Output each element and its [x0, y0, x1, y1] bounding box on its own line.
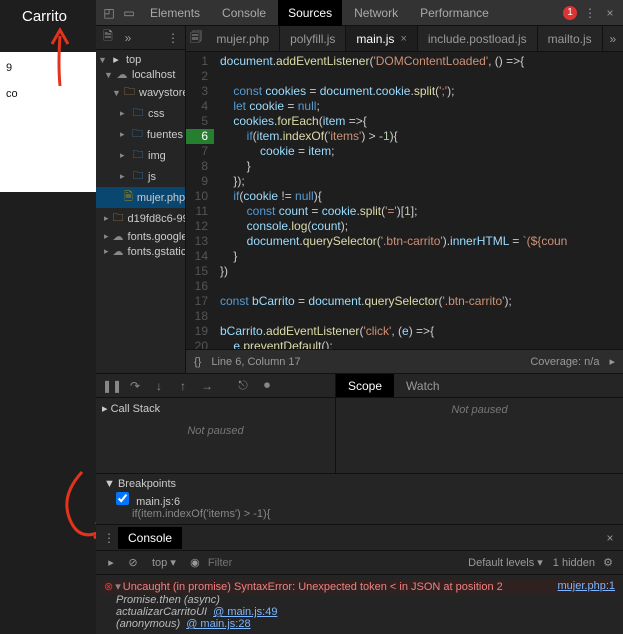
trace-link[interactable]: @ main.js:49 [213, 606, 277, 618]
step-into-icon[interactable]: ↓ [150, 379, 168, 393]
console-trace-row: actualizarCarritoUI@ main.js:49 [102, 606, 617, 618]
cursor-position: Line 6, Column 17 [211, 356, 300, 368]
breakpoint-condition: if(item.indexOf('items') > -1){ [104, 508, 615, 520]
breakpoints-section: ▼ Breakpoints main.js:6 if(item.indexOf(… [96, 473, 623, 524]
live-expression-icon[interactable]: ◉ [186, 556, 204, 569]
tab-performance[interactable]: Performance [410, 0, 499, 26]
editor-statusbar: {} Line 6, Column 17 Coverage: n/a ▸ [186, 349, 623, 373]
log-levels-selector[interactable]: Default levels ▾ [462, 556, 549, 569]
console-drawer: ⋮ Console × ▸ ⊘ top ▾ ◉ Default levels ▾… [96, 524, 623, 634]
clear-console-icon[interactable]: ⊘ [124, 556, 142, 569]
file-tabs: 🗐 mujer.php polyfill.js main.js× include… [186, 26, 623, 52]
cart-button-label[interactable]: Carrito [0, 0, 96, 25]
filetab-mailto[interactable]: mailto.js [538, 26, 603, 51]
tree-host-localhost[interactable]: ▼☁localhost [96, 67, 185, 82]
filetab-postload[interactable]: include.postload.js [418, 26, 538, 51]
sidebar-toggle-icon[interactable]: ▸ [102, 556, 120, 569]
debug-controls: ❚❚ ↷ ↓ ↑ → ⎋ ⏺ [96, 374, 335, 398]
close-icon[interactable]: × [601, 6, 619, 20]
error-count-badge[interactable]: 1 [563, 6, 577, 20]
console-filter-input[interactable] [208, 557, 298, 569]
tab-network[interactable]: Network [344, 0, 408, 26]
more-tabs-icon[interactable]: » [120, 31, 136, 45]
hidden-count[interactable]: 1 hidden [553, 557, 595, 569]
tab-watch[interactable]: Watch [394, 374, 452, 397]
console-trace-row: (anonymous)@ main.js:28 [102, 618, 617, 630]
console-trace-row: Promise.then (async) [102, 594, 617, 606]
braces-icon[interactable]: {} [194, 356, 201, 368]
tree-top[interactable]: ▼▸top [96, 52, 185, 67]
pause-icon[interactable]: ❚❚ [102, 379, 120, 393]
chevron-down-icon[interactable]: ▾ [115, 581, 121, 593]
inspect-icon[interactable]: ◰ [100, 6, 118, 20]
tree-folder-fuentes[interactable]: ▸🗀fuentes [96, 124, 185, 145]
coverage-status[interactable]: Coverage: n/a [530, 356, 599, 368]
filetab-polyfill[interactable]: polyfill.js [280, 26, 346, 51]
close-icon[interactable]: × [601, 531, 619, 545]
breakpoint-file: main.js:6 [136, 496, 180, 508]
tree-file-mujer[interactable]: 🗎mujer.php [96, 187, 185, 208]
tree-folder-wavystore[interactable]: ▼🗀wavystore [96, 82, 185, 103]
drawer-tab-console[interactable]: Console [118, 527, 182, 549]
page-under-devtools: Carrito 9 co [0, 0, 96, 634]
not-paused-left: Not paused [96, 419, 335, 443]
debugger-pane: ❚❚ ↷ ↓ ↑ → ⎋ ⏺ ▸ Call Stack Not paused S… [96, 373, 623, 473]
context-selector[interactable]: top ▾ [146, 556, 182, 569]
file-tree[interactable]: ▼▸top ▼☁localhost ▼🗀wavystore ▸🗀css ▸🗀fu… [96, 50, 185, 261]
kebab-icon[interactable]: ⋮ [581, 6, 599, 20]
breakpoint-checkbox[interactable] [116, 492, 129, 505]
console-toolbar: ▸ ⊘ top ▾ ◉ Default levels ▾ 1 hidden ⚙ [96, 551, 623, 575]
close-icon[interactable]: × [400, 33, 406, 45]
nav-back-icon[interactable]: 🗐 [186, 26, 206, 51]
step-icon[interactable]: → [198, 379, 216, 393]
devtools-panel: ◰ ▭ Elements Console Sources Network Per… [96, 0, 623, 634]
tree-host-gstatic[interactable]: ▸☁fonts.gstatic.com [96, 244, 185, 259]
editor-pane: 🗐 mujer.php polyfill.js main.js× include… [186, 26, 623, 373]
expand-icon[interactable]: ▸ [609, 355, 615, 368]
tree-folder-img[interactable]: ▸🗀img [96, 145, 185, 166]
step-out-icon[interactable]: ↑ [174, 379, 192, 393]
callstack-header[interactable]: ▸ Call Stack [102, 400, 329, 417]
error-source-link[interactable]: mujer.php:1 [558, 580, 615, 592]
sources-sidebar: 🗎 » ⋮ ▼▸top ▼☁localhost ▼🗀wavystore ▸🗀cs… [96, 26, 186, 373]
error-icon: ⊗ [104, 581, 113, 593]
page-content-strip: 9 co [0, 52, 96, 192]
deactivate-bp-icon[interactable]: ⎋ [234, 378, 252, 393]
page-text-2: co [6, 88, 90, 100]
gear-icon[interactable]: ⚙ [599, 556, 617, 569]
not-paused-right: Not paused [336, 398, 623, 422]
device-toggle-icon[interactable]: ▭ [120, 6, 138, 20]
tab-sources[interactable]: Sources [278, 0, 342, 26]
console-error-row[interactable]: ⊗▾Uncaught (in promise) SyntaxError: Une… [102, 579, 617, 594]
console-output[interactable]: ⊗▾Uncaught (in promise) SyntaxError: Une… [96, 575, 623, 634]
trace-link[interactable]: @ main.js:28 [186, 618, 250, 630]
code-editor[interactable]: 1234567891011121314151617181920212223242… [186, 52, 623, 349]
step-over-icon[interactable]: ↷ [126, 379, 144, 393]
filetab-main[interactable]: main.js× [346, 26, 417, 51]
devtools-tabbar: ◰ ▭ Elements Console Sources Network Per… [96, 0, 623, 26]
tab-scope[interactable]: Scope [336, 374, 394, 397]
page-text-1: 9 [6, 62, 90, 74]
page-pane-icon[interactable]: 🗎 [100, 27, 116, 48]
kebab-icon[interactable]: ⋮ [100, 531, 118, 545]
tree-folder-js[interactable]: ▸🗀js [96, 166, 185, 187]
tab-console[interactable]: Console [212, 0, 276, 26]
tree-folder-css[interactable]: ▸🗀css [96, 103, 185, 124]
tab-elements[interactable]: Elements [140, 0, 210, 26]
more-tabs-icon[interactable]: » [603, 26, 623, 51]
tree-host-googleapis[interactable]: ▸☁fonts.googleapis. [96, 229, 185, 244]
breakpoints-header[interactable]: ▼ Breakpoints [104, 478, 615, 490]
breakpoint-item[interactable]: main.js:6 [104, 490, 615, 508]
kebab-icon[interactable]: ⋮ [165, 31, 181, 45]
tree-folder-hash[interactable]: ▸🗀d19fd8c6-9988 [96, 208, 185, 229]
filetab-mujer[interactable]: mujer.php [206, 26, 280, 51]
pause-exceptions-icon[interactable]: ⏺ [258, 378, 276, 393]
